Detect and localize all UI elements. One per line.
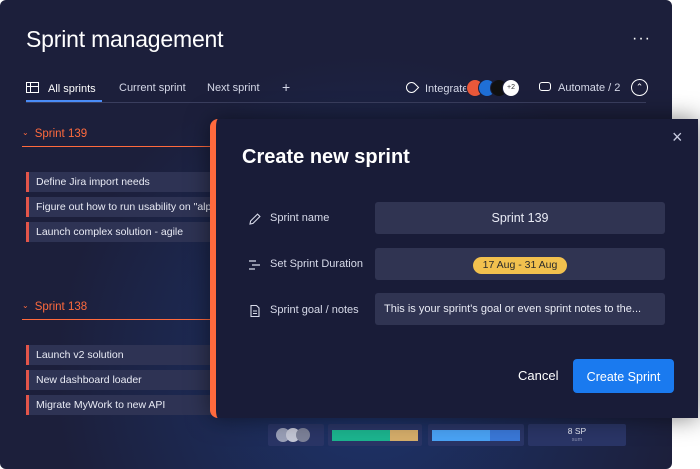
- tab-next-sprint[interactable]: Next sprint: [207, 82, 260, 94]
- tab-all-sprints[interactable]: All sprints: [26, 82, 96, 95]
- sprint-goal-label: Sprint goal / notes: [248, 304, 359, 318]
- integrate-icon: [403, 79, 420, 96]
- list-item[interactable]: Launch v2 solution: [26, 345, 212, 365]
- sprint-goal-input[interactable]: This is your sprint's goal or even sprin…: [375, 293, 665, 325]
- document-icon: [250, 304, 260, 318]
- cancel-button[interactable]: Cancel: [518, 368, 558, 383]
- integrate-button[interactable]: Integrate: [403, 79, 468, 96]
- list-item[interactable]: New dashboard loader: [26, 370, 212, 390]
- avatar: [296, 428, 310, 442]
- automate-button[interactable]: Automate / 2: [539, 82, 620, 94]
- create-sprint-dialog: Create new sprint Sprint name Sprint 139…: [210, 119, 698, 418]
- create-sprint-button[interactable]: Create Sprint: [573, 359, 674, 393]
- list-item[interactable]: Launch complex solution - agile: [26, 222, 212, 242]
- date-range-badge: 17 Aug - 31 Aug: [472, 257, 568, 274]
- group-header-sprint-138[interactable]: ⌄ Sprint 138: [22, 301, 210, 320]
- dialog-title: Create new sprint: [242, 146, 410, 168]
- list-item[interactable]: Migrate MyWork to new API: [26, 395, 212, 415]
- table-icon: [26, 82, 39, 93]
- timeline-summary-bar: [428, 424, 524, 446]
- group-header-sprint-139[interactable]: ⌄ Sprint 139: [22, 128, 210, 147]
- timeline-icon: [249, 260, 260, 270]
- people-summary: [268, 424, 324, 446]
- status-summary-bar: [328, 424, 422, 446]
- robot-icon: [539, 82, 551, 91]
- page-title: Sprint management: [26, 26, 224, 52]
- more-options-icon[interactable]: ···: [632, 30, 651, 48]
- more-integrations-badge: +2: [502, 79, 520, 97]
- story-points-summary: 8 SP sum: [528, 424, 626, 446]
- add-view-button[interactable]: +: [282, 79, 290, 95]
- sprint-name-label: Sprint name: [248, 212, 329, 225]
- sprint-duration-picker[interactable]: 17 Aug - 31 Aug: [375, 248, 665, 280]
- collapse-chevron-icon[interactable]: ⌃: [631, 79, 648, 96]
- chevron-down-icon[interactable]: ⌄: [22, 301, 29, 310]
- close-icon[interactable]: ×: [672, 128, 683, 146]
- sprint-duration-label: Set Sprint Duration: [248, 258, 363, 270]
- list-item[interactable]: Figure out how to run usability on "alph…: [26, 197, 212, 217]
- tab-current-sprint[interactable]: Current sprint: [119, 82, 186, 94]
- sprint-name-input[interactable]: Sprint 139: [375, 202, 665, 234]
- chevron-down-icon[interactable]: ⌄: [22, 128, 29, 137]
- list-item[interactable]: Define Jira import needs: [26, 172, 212, 192]
- pencil-icon: [249, 213, 261, 225]
- view-tabs: All sprints Current sprint Next sprint +…: [26, 79, 648, 103]
- active-tab-indicator: [26, 100, 102, 102]
